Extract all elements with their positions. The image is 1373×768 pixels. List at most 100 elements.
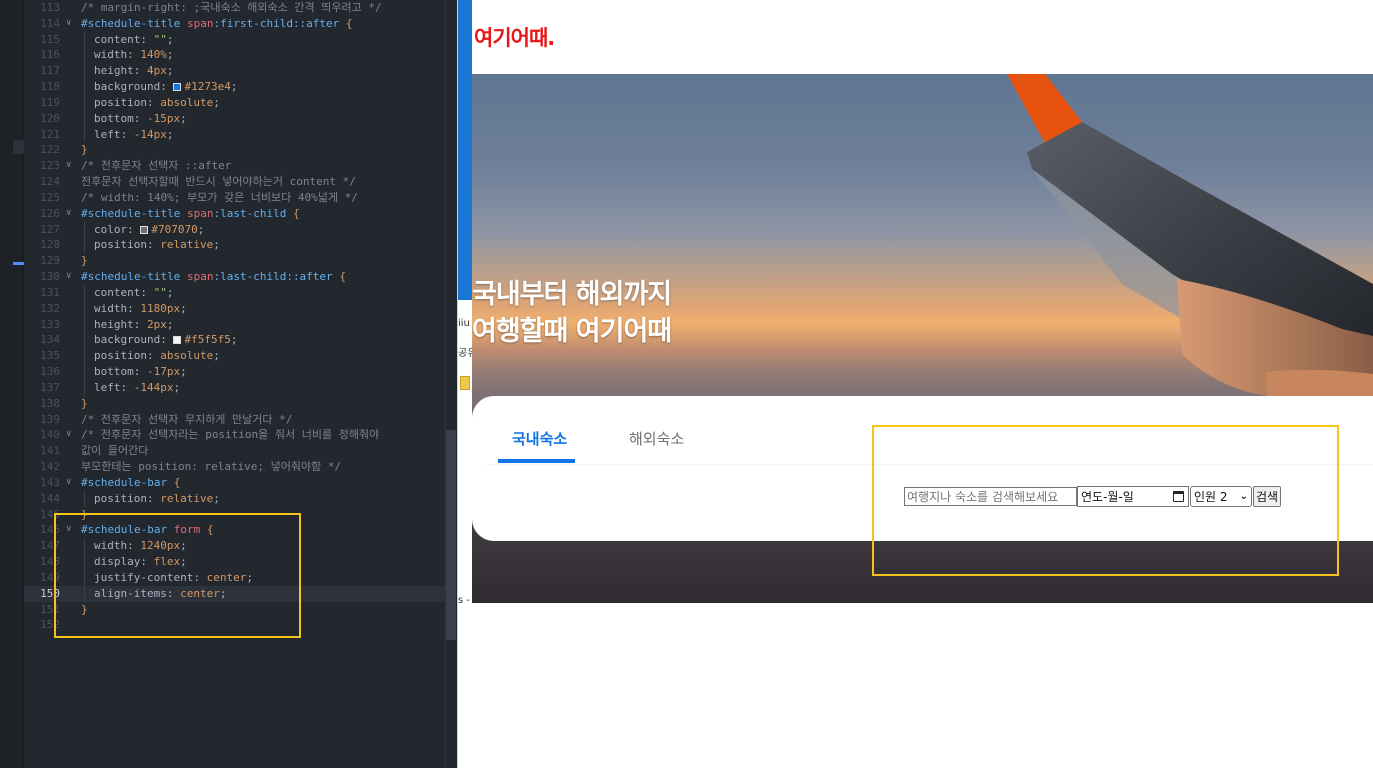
code-token: relative (160, 491, 214, 505)
code-editor[interactable]: 113 /* margin-right: ;국내숙소 해외숙소 간격 띄우려고 *… (0, 0, 457, 768)
code-line[interactable]: 131 content: ""; (24, 284, 457, 301)
code-line[interactable]: 120 bottom: -15px; (24, 110, 457, 127)
code-text: content: ""; (94, 32, 173, 48)
line-number: 125 (40, 190, 60, 204)
code-line[interactable]: 124 전후문자 선택자할때 반드시 넣어야하는거 content */ (24, 174, 457, 190)
code-token: ; (213, 491, 220, 505)
line-number: 124 (40, 175, 60, 189)
code-line[interactable]: 113 /* margin-right: ;국내숙소 해외숙소 간격 띄우려고 *… (24, 0, 457, 16)
editor-scroll-thumb[interactable] (446, 430, 456, 640)
code-line[interactable]: 141 값이 들어간다 (24, 443, 457, 459)
code-text: } (81, 396, 88, 412)
code-token: position: (94, 349, 161, 363)
code-line[interactable]: 115 content: ""; (24, 31, 457, 48)
browser-page: 여기어때. 국내부터 해외까지 여행할때 여기어때 국내숙소 해외숙소 여행지나… (472, 0, 1373, 768)
code-line[interactable]: 144 position: relative; (24, 490, 457, 507)
code-line[interactable]: 128 position: relative; (24, 237, 457, 254)
editor-scrollbar[interactable] (445, 0, 457, 768)
code-line[interactable]: 129} (24, 253, 457, 269)
fold-toggle-icon[interactable]: ∨ (66, 269, 76, 285)
code-text: bottom: -17px; (94, 364, 187, 380)
tab-domestic[interactable]: 국내숙소 (497, 428, 576, 463)
code-line[interactable]: 121 left: -14px; (24, 126, 457, 143)
code-line[interactable]: 130 ∨ #schedule-title span:last-child::aft… (24, 269, 457, 285)
fold-toggle-icon[interactable]: ∨ (66, 427, 76, 443)
code-token: ; (166, 48, 174, 62)
code-line[interactable]: 135 position: absolute; (24, 348, 457, 365)
code-line[interactable]: 117 height: 4px; (24, 63, 457, 80)
code-token: ; (180, 365, 187, 379)
line-number: 142 (40, 460, 60, 474)
code-token: absolute (160, 349, 214, 363)
color-swatch[interactable] (140, 225, 149, 234)
code-text: background: #f5f5f5; (94, 332, 237, 348)
indent-guide (84, 94, 85, 111)
code-line[interactable]: 139 /* 전후문자 선택자 무지하게 만날거다 */ (24, 412, 457, 428)
code-line[interactable]: 142 부모한테는 position: relative; 넣어줘야함 */ (24, 459, 457, 475)
code-line[interactable]: 138} (24, 396, 457, 412)
code-line[interactable]: 137 left: -144px; (24, 379, 457, 396)
code-token: background: (94, 80, 174, 94)
code-text: color: #707070; (94, 222, 204, 238)
background-text: iiu (458, 318, 470, 329)
code-token: ; (173, 380, 181, 394)
code-text: /* 전후문자 선택자 무지하게 만날거다 */ (81, 412, 292, 428)
code-token: /* 전후문자 선택자 ::after (81, 159, 232, 173)
indent-guide (84, 490, 85, 507)
code-line[interactable]: 119 position: absolute; (24, 94, 457, 111)
code-line[interactable]: 116 width: 140%; (24, 47, 457, 64)
line-number: 127 (40, 222, 60, 236)
color-swatch[interactable] (173, 83, 182, 92)
code-line[interactable]: 140 ∨ /* 전후문자 선택자라는 position을 줘서 너비를 정해줘야 (24, 427, 457, 443)
fold-toggle-icon[interactable]: ∨ (66, 16, 76, 32)
code-token: { (292, 206, 300, 220)
code-line[interactable]: 122} (24, 142, 457, 158)
code-token: ; (180, 111, 187, 125)
code-token: position: (94, 238, 161, 252)
code-token: #f5f5f5 (184, 333, 231, 347)
fold-toggle-icon[interactable]: ∨ (66, 206, 76, 222)
code-line[interactable]: 136 bottom: -17px; (24, 364, 457, 380)
background-window-header (458, 0, 472, 300)
code-text: /* margin-right: ;국내숙소 해외숙소 간격 띄우려고 */ (81, 0, 382, 16)
code-token: #schedule-title (81, 270, 187, 284)
code-token: bottom: (94, 365, 147, 379)
line-number: 121 (40, 127, 60, 141)
code-line[interactable]: 134 background: #f5f5f5; (24, 332, 457, 349)
code-line[interactable]: 125 /* width: 140%; 부모가 갖은 너비보다 40%넓게 */ (24, 190, 457, 206)
code-text: 부모한테는 position: relative; 넣어줘야함 */ (81, 459, 341, 475)
code-line[interactable]: 143 ∨ #schedule-bar { (24, 475, 457, 491)
code-line[interactable]: 126 ∨ #schedule-title span:last-child { (24, 206, 457, 222)
code-text: position: absolute; (94, 348, 220, 364)
code-line[interactable]: 114 ∨ #schedule-title span:first-child::af… (24, 16, 457, 32)
fold-toggle-icon[interactable]: ∨ (66, 475, 76, 491)
code-token: 1180px (140, 301, 181, 315)
code-token: left: (94, 127, 134, 141)
code-text: position: relative; (94, 237, 220, 253)
line-number: 136 (40, 365, 60, 379)
tab-overseas[interactable]: 해외숙소 (629, 428, 684, 449)
code-line[interactable]: 132 width: 1180px; (24, 300, 457, 317)
code-token: color: (94, 222, 141, 236)
code-text: /* 전후문자 선택자 ::after (81, 158, 231, 174)
fold-toggle-icon[interactable]: ∨ (66, 158, 76, 174)
code-line[interactable]: 123 ∨ /* 전후문자 선택자 ::after (24, 158, 457, 174)
folder-icon (460, 376, 470, 390)
site-logo[interactable]: 여기어때. (474, 22, 555, 52)
code-token: left: (94, 380, 134, 394)
code-text: bottom: -15px; (94, 111, 187, 127)
code-token: "" (153, 32, 167, 46)
code-token: ; (166, 32, 174, 46)
line-number: 122 (40, 143, 60, 157)
code-token: height: (94, 64, 147, 78)
code-token: absolute (160, 95, 214, 109)
code-line[interactable]: 133 height: 2px; (24, 316, 457, 333)
line-number: 133 (40, 317, 60, 331)
code-token: 2px (146, 317, 167, 331)
code-token: /* 전후문자 선택자 무지하게 만날거다 */ (81, 412, 293, 426)
code-line[interactable]: 118 background: #1273e4; (24, 79, 457, 95)
color-swatch[interactable] (173, 336, 182, 345)
code-token: } (81, 143, 88, 157)
code-text: #schedule-title span:last-child::after { (81, 269, 346, 285)
code-line[interactable]: 127 color: #707070; (24, 221, 457, 238)
